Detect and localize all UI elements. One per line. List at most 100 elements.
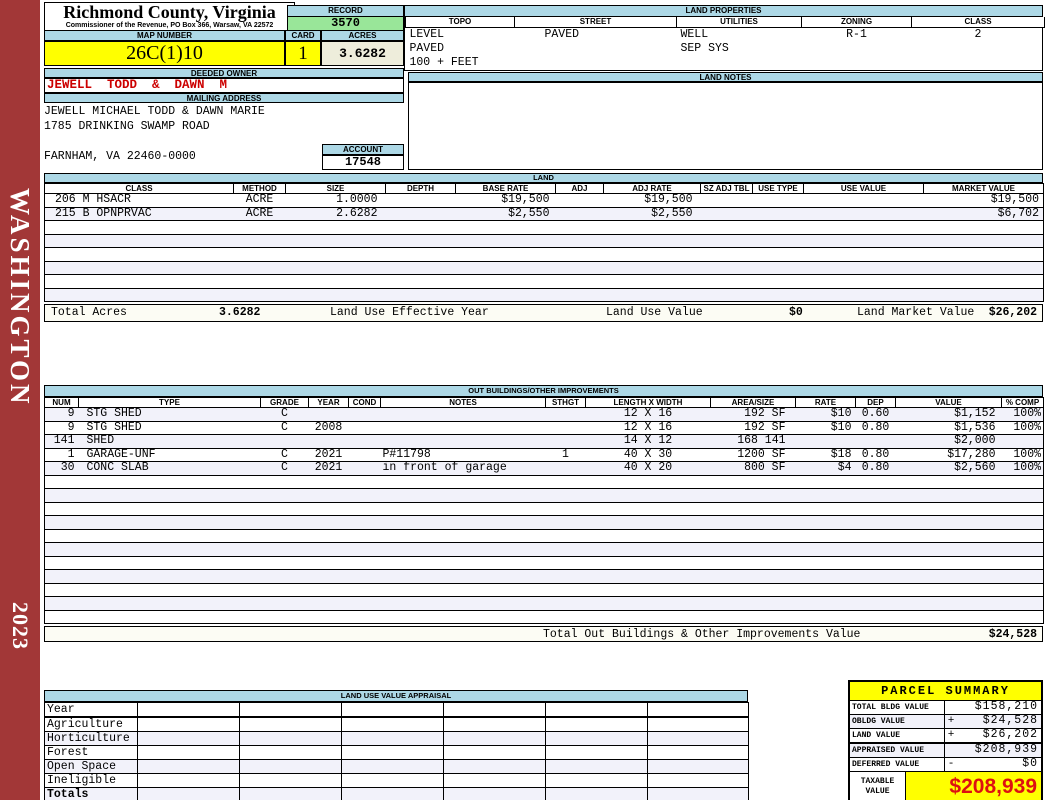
table-row: Year <box>44 702 749 718</box>
table-cell <box>1001 610 1044 624</box>
table-cell <box>455 220 556 235</box>
table-cell <box>455 234 556 248</box>
table-cell: $19,500 <box>923 193 1044 208</box>
summary-row: LAND VALUE + $26,202 <box>850 729 1041 743</box>
table-cell: 192 SF <box>710 421 796 435</box>
county-header: Richmond County, Virginia Commissioner o… <box>44 2 295 31</box>
out-buildings-header-row: NUM TYPE GRADE YEAR COND NOTES STHGT LENGTH X W… <box>44 397 1044 408</box>
table-cell <box>285 220 386 235</box>
out-buildings-section: OUT BUILDINGS/OTHER IMPROVEMENTS NUM TYPE… <box>44 385 1044 642</box>
table-cell <box>710 475 796 489</box>
table-cell: 12 X 16 <box>585 407 711 422</box>
summary-value: $208,939 <box>974 743 1038 756</box>
out-buildings-table: NUM TYPE GRADE YEAR COND NOTES STHGT LENGTH X W… <box>44 397 1044 624</box>
column-header: DEP <box>855 397 896 408</box>
table-cell <box>752 274 804 289</box>
table-cell: 14 X 12 <box>585 434 711 449</box>
table-cell <box>603 220 701 235</box>
column-header: VALUE <box>895 397 1002 408</box>
column-header: % COMP <box>1001 397 1044 408</box>
table-cell <box>44 529 79 543</box>
table-cell <box>555 234 604 248</box>
taxable-value: $208,939 <box>906 772 1041 800</box>
table-cell <box>855 556 896 570</box>
left-band: WASHINGTON 2023 <box>0 0 40 800</box>
table-cell <box>455 288 556 302</box>
land-use-appraisal-section: LAND USE VALUE APPRAISAL Year Agriculture… <box>44 690 749 800</box>
table-cell: 2.6282 <box>285 207 386 221</box>
table-cell <box>260 488 309 503</box>
column-header: METHOD <box>233 183 286 194</box>
table-cell <box>585 529 711 543</box>
land-table-header-row: CLASS METHOD SIZE DEPTH BASE RATE ADJ ADJ RATE… <box>44 183 1044 194</box>
table-cell <box>308 407 349 422</box>
table-cell: SHED <box>78 434 261 449</box>
table-cell <box>1001 556 1044 570</box>
column-header: SZ ADJ TBL <box>700 183 753 194</box>
table-cell <box>1001 488 1044 503</box>
table-cell <box>710 529 796 543</box>
table-cell <box>385 193 456 208</box>
table-row: Open Space <box>44 759 749 774</box>
table-cell <box>912 56 1045 70</box>
table-cell: $10 <box>795 407 856 422</box>
land-section: LAND CLASS METHOD SIZE DEPTH BASE RATE ADJ ADJ… <box>44 173 1044 322</box>
table-cell: 141 <box>44 434 79 449</box>
table-cell <box>923 234 1044 248</box>
table-cell <box>44 502 79 516</box>
table-cell <box>380 529 546 543</box>
table-cell: 100% <box>1001 407 1044 422</box>
table-cell <box>585 583 711 597</box>
table-cell <box>855 515 896 530</box>
table-cell <box>647 745 749 760</box>
table-cell <box>603 234 701 248</box>
table-cell <box>585 556 711 570</box>
table-cell <box>308 583 349 597</box>
table-cell <box>545 529 586 543</box>
table-row: Ineligible <box>44 773 749 788</box>
column-header: TYPE <box>78 397 261 408</box>
table-cell <box>260 434 309 449</box>
table-cell <box>700 234 753 248</box>
table-cell <box>545 596 586 611</box>
table-row: 206 M HSACR ACRE 1.0000 $19,500 $19,500 $19,5… <box>44 193 1044 208</box>
table-cell <box>545 502 586 516</box>
out-buildings-total-label: Total Out Buildings & Other Improvements… <box>543 628 861 641</box>
table-cell <box>78 569 261 584</box>
map-number-label: MAP NUMBER <box>44 30 285 41</box>
table-row: 1 GARAGE-UNF C 2021 P#11798 1 40 X 30 1200 SF $1… <box>44 448 1044 462</box>
table-cell <box>710 542 796 557</box>
table-cell <box>923 220 1044 235</box>
mailing-address-label: MAILING ADDRESS <box>44 93 404 103</box>
table-cell <box>710 502 796 516</box>
table-cell <box>545 716 648 732</box>
table-cell <box>895 488 1002 503</box>
table-row <box>44 529 1044 543</box>
table-cell <box>647 716 749 732</box>
table-cell: PAVED <box>409 42 445 55</box>
table-cell <box>78 502 261 516</box>
table-cell <box>308 596 349 611</box>
table-cell <box>78 542 261 557</box>
table-cell <box>233 288 286 302</box>
table-cell <box>1001 569 1044 584</box>
table-cell <box>1001 596 1044 611</box>
table-cell <box>752 193 804 208</box>
table-cell <box>308 556 349 570</box>
table-cell <box>752 288 804 302</box>
column-header: RATE <box>795 397 856 408</box>
table-cell <box>545 583 586 597</box>
column-header: AREA/SIZE <box>710 397 796 408</box>
table-cell: $2,560 <box>895 461 1002 476</box>
table-cell <box>545 731 648 746</box>
summary-value: $26,202 <box>982 728 1038 741</box>
account-label: ACCOUNT <box>322 144 404 155</box>
table-cell <box>44 247 234 262</box>
table-cell <box>923 261 1044 275</box>
table-cell <box>385 207 456 221</box>
column-header: MARKET VALUE <box>923 183 1044 194</box>
table-cell: GARAGE-UNF <box>78 448 261 462</box>
table-cell <box>78 596 261 611</box>
acres-label: ACRES <box>321 30 404 41</box>
effective-year-label: Land Use Effective Year <box>330 306 489 319</box>
